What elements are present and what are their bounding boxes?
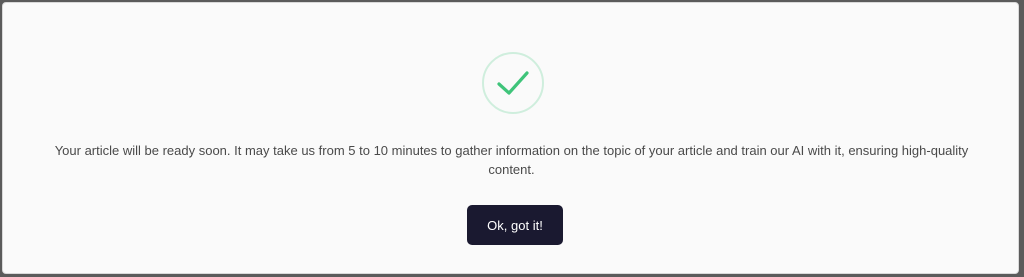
dialog-message: Your article will be ready soon. It may … bbox=[54, 143, 969, 177]
success-dialog: Your article will be ready soon. It may … bbox=[2, 2, 1019, 274]
check-icon bbox=[497, 71, 529, 95]
success-badge bbox=[482, 52, 544, 114]
ok-button[interactable]: Ok, got it! bbox=[467, 205, 563, 245]
